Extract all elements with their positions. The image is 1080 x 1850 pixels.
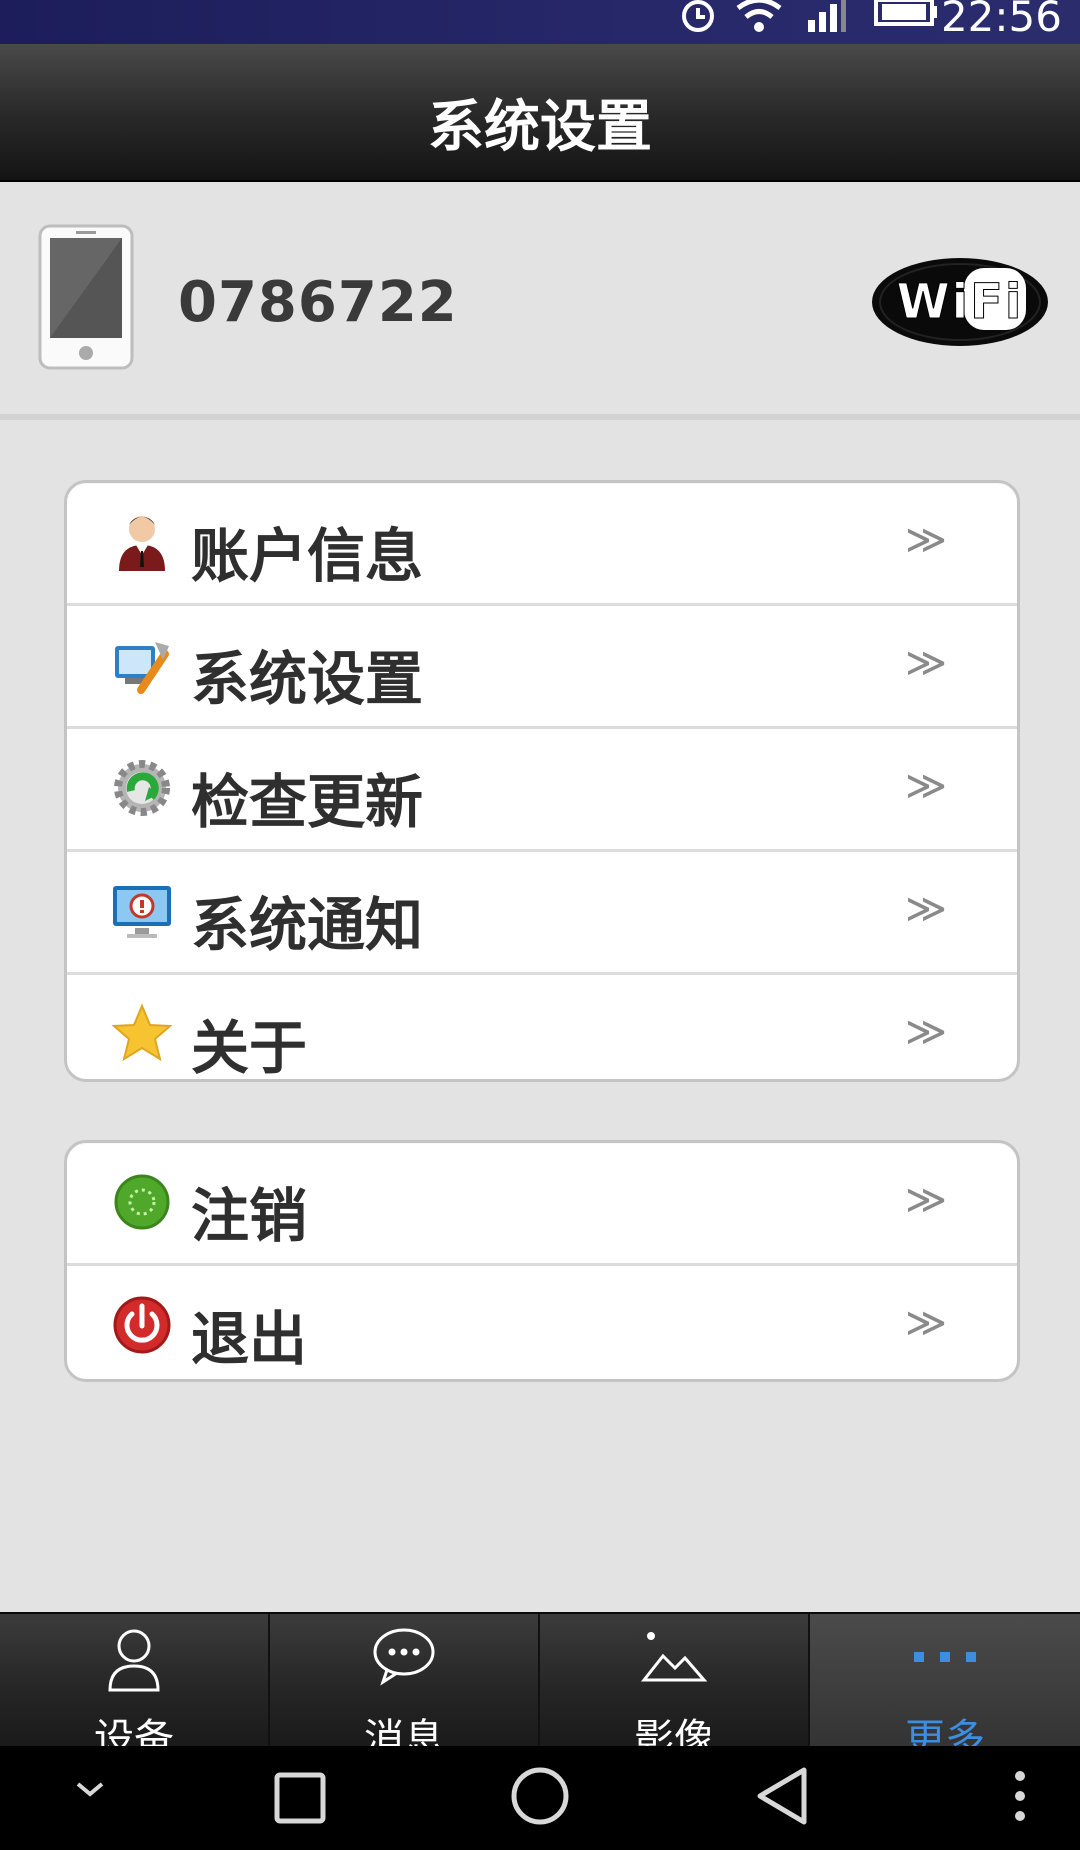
tab-devices[interactable]: 设备 (0, 1614, 270, 1762)
menu-group-account: 注销 ≫ 退出 ≫ (64, 1140, 1020, 1382)
wifi-signal-icon (736, 0, 782, 32)
menu-item-label: 系统通知 (191, 891, 424, 959)
recent-square-icon[interactable] (274, 1772, 326, 1824)
chevron-right-icon: ≫ (905, 1177, 947, 1223)
more-dots-icon (914, 1652, 976, 1662)
chat-bubble-icon (373, 1628, 435, 1686)
update-gear-icon (114, 760, 170, 816)
battery-icon (874, 0, 937, 26)
settings-tools-icon (115, 642, 169, 694)
tab-more[interactable]: 更多 (810, 1614, 1080, 1762)
menu-item-label: 检查更新 (191, 768, 424, 836)
chevron-right-icon: ≫ (905, 886, 947, 932)
menu-item-label: 注销 (191, 1182, 308, 1250)
wifi-logo-icon: WiFi (872, 258, 1048, 346)
chevron-right-icon: ≫ (905, 517, 947, 563)
device-id: 0786722 (178, 270, 458, 335)
menu-item-check-update[interactable]: 检查更新 ≫ (67, 729, 1017, 852)
menu-item-account-info[interactable]: 账户信息 ≫ (67, 483, 1017, 606)
cell-signal-icon (808, 0, 846, 32)
wifi-logo-text: WiFi (897, 274, 1024, 330)
logout-green-icon (114, 1174, 170, 1230)
android-nav-bar (0, 1746, 1080, 1850)
device-header: 0786722 WiFi (0, 182, 1080, 420)
title-bar: 系统设置 (0, 44, 1080, 182)
menu-item-label: 账户信息 (191, 522, 424, 590)
chevron-right-icon: ≫ (905, 640, 947, 686)
user-avatar-icon (119, 516, 165, 571)
chevron-down-icon[interactable] (74, 1780, 106, 1800)
menu-item-logout[interactable]: 注销 ≫ (67, 1143, 1017, 1266)
menu-item-system-notice[interactable]: 系统通知 ≫ (67, 852, 1017, 975)
tab-messages[interactable]: 消息 (270, 1614, 540, 1762)
menu-item-system-settings[interactable]: 系统设置 ≫ (67, 606, 1017, 729)
person-outline-icon (108, 1629, 160, 1692)
chevron-right-icon: ≫ (905, 1009, 947, 1055)
menu-item-label: 退出 (191, 1305, 308, 1373)
notification-monitor-icon (113, 886, 171, 938)
bottom-tab-bar: 设备 消息 影像 更多 (0, 1612, 1080, 1762)
power-icon (113, 1296, 171, 1354)
home-circle-icon[interactable] (510, 1766, 570, 1826)
back-triangle-icon[interactable] (754, 1766, 810, 1826)
alarm-icon (682, 0, 714, 32)
tab-images[interactable]: 影像 (540, 1614, 810, 1762)
status-bar: 22:56 (0, 0, 1080, 44)
chevron-right-icon: ≫ (905, 1300, 947, 1346)
menu-item-exit[interactable]: 退出 ≫ (67, 1266, 1017, 1379)
menu-dots-icon[interactable] (1010, 1768, 1030, 1824)
menu-item-about[interactable]: 关于 ≫ (67, 975, 1017, 1082)
star-icon (111, 1003, 173, 1062)
menu-item-label: 关于 (191, 1014, 308, 1082)
page-title: 系统设置 (428, 95, 652, 160)
phone-icon (38, 224, 134, 370)
menu-item-label: 系统设置 (191, 645, 424, 713)
menu-group-main: 账户信息 ≫ 系统设置 ≫ 检查更新 ≫ 系统通知 ≫ 关于 ≫ (64, 480, 1020, 1082)
image-mountain-icon (641, 1632, 707, 1682)
chevron-right-icon: ≫ (905, 763, 947, 809)
status-time: 22:56 (940, 0, 1062, 41)
